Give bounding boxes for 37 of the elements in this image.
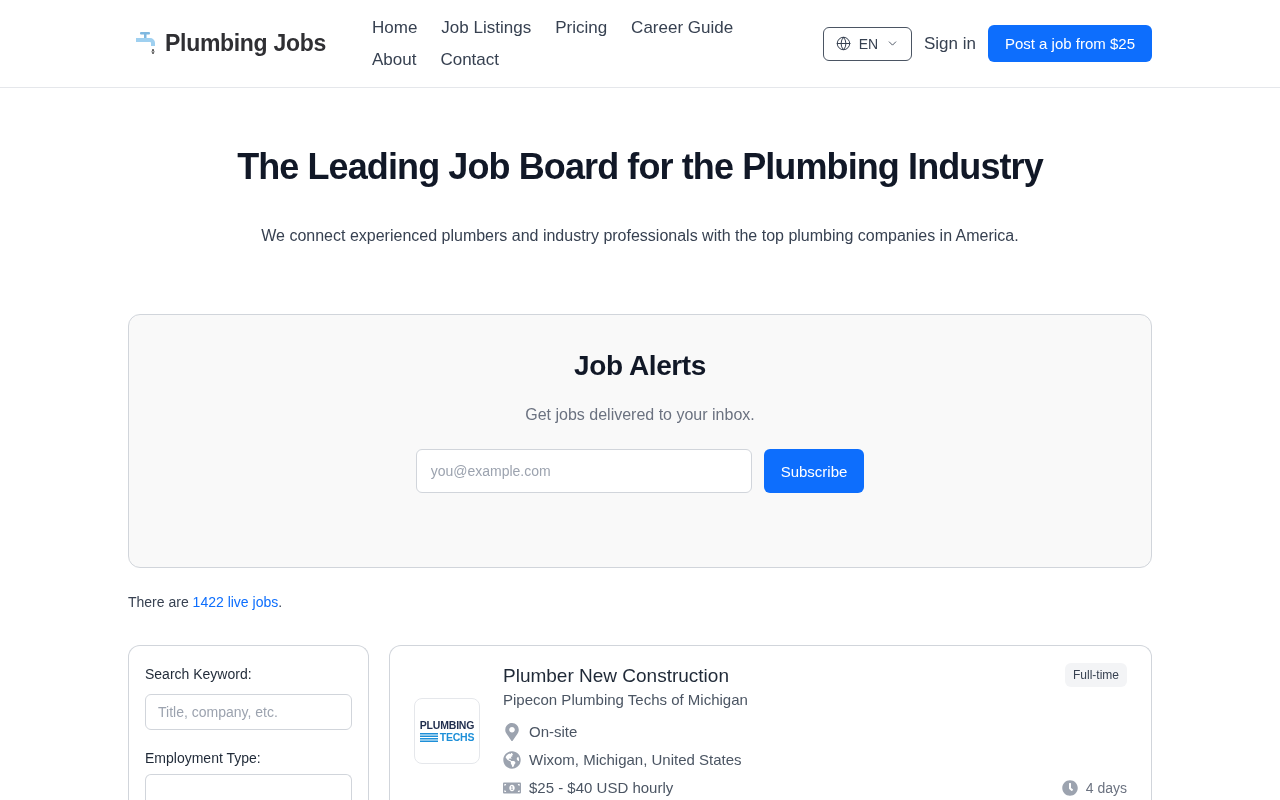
job-card[interactable]: PLUMBING TECHS Plumber New Construction Pipecon Plumbing Techs of Michigan On-site Wixom, Michigan, United States $25 - $40 USD hourly Full-time 4 days bbox=[389, 645, 1152, 800]
language-selector[interactable]: EN bbox=[822, 26, 912, 61]
filter-label: Employment Type: bbox=[145, 749, 262, 768]
job-detail: On-site bbox=[529, 722, 578, 742]
nav-link[interactable]: Pricing bbox=[555, 16, 608, 39]
employment-type-tag: Full-time bbox=[1065, 663, 1127, 687]
job-alerts-subtitle: Get jobs delivered to your inbox. bbox=[524, 405, 756, 425]
nav-link[interactable]: Home bbox=[372, 16, 418, 39]
logo-wordmark: PLUMBING bbox=[419, 719, 475, 731]
job-detail: $25 - $40 USD hourly bbox=[529, 778, 674, 798]
map-pin-icon bbox=[503, 723, 521, 741]
globe-icon bbox=[503, 751, 521, 769]
wave-stripes-icon bbox=[419, 732, 438, 742]
nav-link[interactable]: Job Listings bbox=[441, 16, 532, 39]
hero-title: The Leading Job Board for the Plumbing Industry bbox=[236, 145, 1045, 189]
posted-time: 4 days bbox=[1085, 779, 1127, 798]
keyword-input[interactable]: Title, company, etc. bbox=[145, 694, 352, 730]
job-title: Plumber New Construction bbox=[503, 664, 730, 688]
sign-in-link[interactable]: Sign in bbox=[923, 33, 976, 54]
job-detail: Wixom, Michigan, United States bbox=[529, 750, 742, 770]
filter-label: Search Keyword: bbox=[145, 665, 253, 684]
clock-icon bbox=[1061, 780, 1078, 796]
employment-type-select[interactable] bbox=[145, 774, 352, 800]
live-jobs-text: There are 1422 live jobs. bbox=[128, 593, 284, 612]
globe-icon bbox=[835, 36, 851, 51]
job-alerts-title: Job Alerts bbox=[573, 349, 707, 383]
email-input[interactable]: you@example.com bbox=[415, 449, 752, 493]
faucet-icon bbox=[135, 30, 157, 57]
post-job-button[interactable]: Post a job from $25 bbox=[987, 25, 1152, 62]
site-logo-link[interactable]: Plumbing Jobs bbox=[135, 30, 326, 57]
nav-link[interactable]: Career Guide bbox=[631, 16, 734, 39]
company-name: Pipecon Plumbing Techs of Michigan bbox=[503, 690, 749, 710]
logo-wordmark: TECHS bbox=[439, 731, 475, 743]
nav-link[interactable]: About bbox=[372, 48, 417, 71]
hero-subtitle: We connect experienced plumbers and industry professionals with the top plumbing companies in America. bbox=[260, 226, 1020, 246]
subscribe-button[interactable]: Subscribe bbox=[763, 449, 865, 493]
nav-link[interactable]: Contact bbox=[440, 48, 500, 71]
